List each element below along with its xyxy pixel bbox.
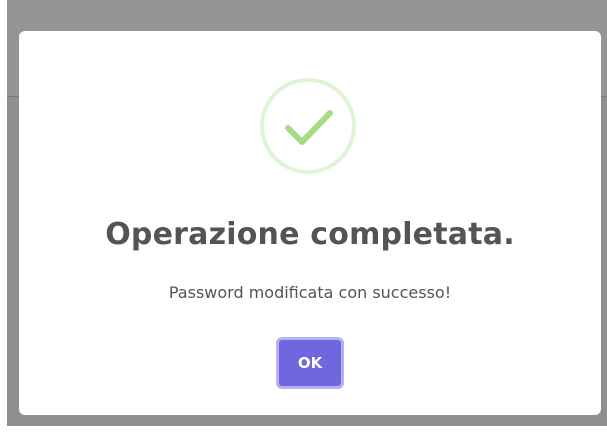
dialog-message: Password modificata con successo! bbox=[168, 283, 452, 302]
background-edge-bottom bbox=[0, 426, 607, 434]
success-checkmark-icon bbox=[260, 78, 356, 174]
ok-button[interactable]: OK bbox=[276, 337, 344, 389]
dialog-title: Operazione completata. bbox=[105, 217, 515, 252]
checkmark-icon bbox=[285, 110, 333, 145]
success-dialog: Operazione completata. Password modifica… bbox=[19, 31, 601, 415]
background-edge-left bbox=[0, 0, 7, 434]
